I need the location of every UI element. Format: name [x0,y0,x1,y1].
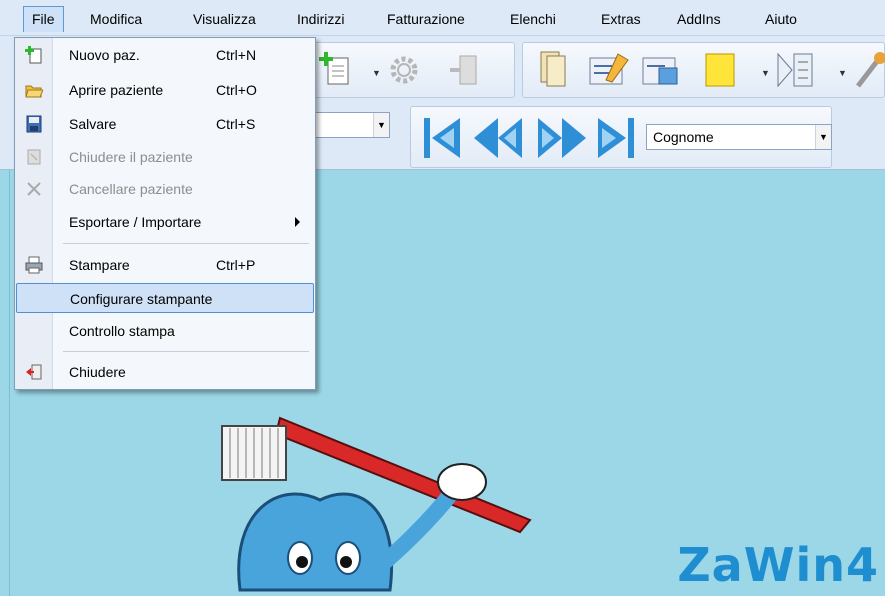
menu-fatturazione[interactable]: Fatturazione [387,10,465,28]
menu-item-label: Stampare [69,257,130,273]
chevron-down-icon[interactable]: ▼ [815,125,831,149]
left-panel-edge [0,170,10,596]
menu-item-label: Aprire paziente [69,82,164,98]
app-logo: ZaWin4 [677,538,879,592]
menu-elenchi[interactable]: Elenchi [510,10,556,28]
menu-item-close-patient[interactable]: Chiudere il paziente [16,142,314,172]
chevron-down-icon[interactable]: ▼ [373,113,389,137]
menu-item-configure-printer[interactable]: Configurare stampante [16,283,314,313]
new-dropdown-caret[interactable]: ▼ [372,68,381,78]
menu-item-exit[interactable]: Chiudere [16,357,314,387]
open-folder-icon [25,85,43,98]
documents-icon[interactable] [537,50,575,90]
tooth-mascot-image [221,416,532,592]
sort-field-select[interactable]: Cognome ▼ [646,124,832,150]
menu-item-label: Chiudere [69,364,126,380]
menu-separator [63,351,309,352]
menu-indirizzi[interactable]: Indirizzi [297,10,344,28]
file-menu: Nuovo paz. Ctrl+N Aprire paziente Ctrl+O… [14,37,316,390]
last-record-icon[interactable] [594,114,638,162]
first-record-icon[interactable] [420,114,464,162]
menu-item-shortcut: Ctrl+S [216,116,256,132]
delete-x-icon [27,182,41,196]
edit-card-icon[interactable] [588,50,632,90]
index-columns-icon[interactable] [774,50,818,90]
next-record-icon[interactable] [534,114,588,162]
menu-bar: File Modifica Visualizza Indirizzi Fattu… [0,0,885,36]
sort-field-value: Cognome [653,129,714,145]
menu-item-shortcut: Ctrl+P [216,257,256,273]
menu-file[interactable]: File [23,6,64,32]
menu-item-label: Configurare stampante [70,291,213,307]
menu-item-label: Nuovo paz. [69,47,140,63]
menu-item-label: Cancellare paziente [69,181,193,197]
menu-item-open-patient[interactable]: Aprire paziente Ctrl+O [16,75,314,105]
exit-door-icon [26,364,42,380]
previous-record-icon[interactable] [472,114,526,162]
new-patient-icon [25,46,42,64]
tools-icon[interactable] [852,50,885,90]
menu-modifica[interactable]: Modifica [90,10,142,28]
menu-item-print[interactable]: Stampare Ctrl+P [16,250,314,280]
close-patient-icon [27,149,41,165]
menu-item-export-import[interactable]: Esportare / Importare [16,207,314,237]
menu-item-label: Chiudere il paziente [69,149,193,165]
submenu-arrow-icon [295,217,300,227]
exit-door-disabled-icon[interactable] [446,52,482,88]
menu-addins[interactable]: AddIns [677,10,721,28]
sticky-note-icon[interactable] [702,50,740,90]
appointment-card-icon[interactable] [641,50,685,90]
menu-item-label: Esportare / Importare [69,214,202,230]
menu-separator [63,243,309,244]
menu-item-shortcut: Ctrl+O [216,82,257,98]
menu-extras[interactable]: Extras [601,10,641,28]
menu-item-print-preview[interactable]: Controllo stampa [16,316,314,346]
menu-item-new-patient[interactable]: Nuovo paz. Ctrl+N [16,40,314,70]
menu-item-save[interactable]: Salvare Ctrl+S [16,109,314,139]
note-dropdown-caret[interactable]: ▼ [761,68,770,78]
printer-icon [25,256,43,274]
menu-item-shortcut: Ctrl+N [216,47,257,63]
save-disk-icon [26,115,42,133]
menu-item-delete-patient[interactable]: Cancellare paziente [16,174,314,204]
menu-item-label: Controllo stampa [69,323,175,339]
menu-aiuto[interactable]: Aiuto [765,10,797,28]
new-document-icon[interactable] [318,52,354,88]
menu-item-label: Salvare [69,116,117,132]
menu-visualizza[interactable]: Visualizza [193,10,256,28]
index-dropdown-caret[interactable]: ▼ [838,68,847,78]
settings-gear-icon[interactable] [386,52,422,88]
